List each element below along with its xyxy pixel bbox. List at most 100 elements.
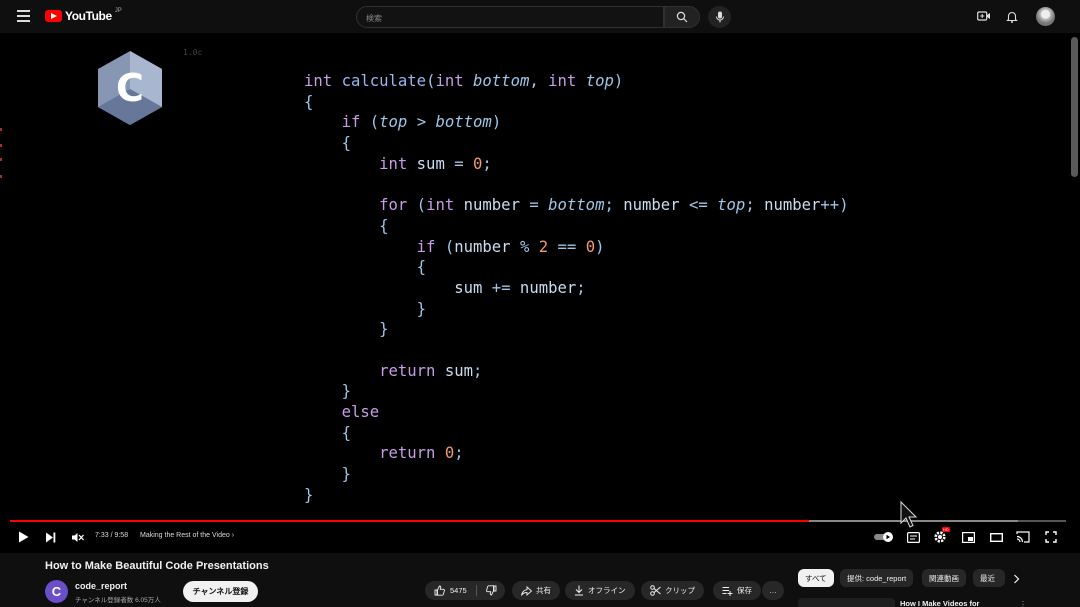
thumbs-down-icon bbox=[486, 585, 497, 596]
account-avatar[interactable] bbox=[1036, 7, 1055, 26]
subtitles-button[interactable] bbox=[905, 529, 921, 545]
chapter-title[interactable]: Making the Rest of the Video › bbox=[140, 532, 234, 539]
like-button[interactable]: 5475 bbox=[425, 581, 475, 600]
share-label: 共有 bbox=[536, 586, 551, 595]
code-token: bottom bbox=[473, 72, 530, 90]
code-token: { bbox=[341, 423, 351, 442]
edge-marker bbox=[0, 144, 2, 147]
code-token: ; bbox=[482, 154, 492, 173]
autoplay-toggle[interactable] bbox=[872, 529, 896, 545]
notifications-button[interactable] bbox=[1005, 9, 1019, 23]
video-info-panel: How to Make Beautiful Code Presentations… bbox=[0, 553, 1080, 607]
code-token: for bbox=[379, 196, 408, 215]
code-line: } bbox=[304, 319, 849, 340]
code-line: else bbox=[304, 402, 849, 423]
more-vertical-icon[interactable]: ⋮ bbox=[1019, 600, 1027, 607]
download-button[interactable]: オフライン bbox=[565, 581, 635, 600]
mute-icon bbox=[71, 532, 84, 542]
edge-marker bbox=[0, 128, 2, 131]
channel-name[interactable]: code_report bbox=[75, 581, 127, 591]
mute-button[interactable] bbox=[69, 529, 85, 545]
download-label: オフライン bbox=[588, 586, 626, 595]
code-line: return sum; bbox=[304, 361, 849, 382]
save-button[interactable]: 保存 bbox=[713, 581, 761, 600]
search-button[interactable] bbox=[664, 6, 700, 28]
code-line: } bbox=[304, 381, 849, 402]
bell-icon bbox=[1006, 11, 1018, 23]
playlist-add-icon bbox=[722, 586, 733, 596]
cast-button[interactable] bbox=[1015, 529, 1031, 545]
code-token: { bbox=[416, 258, 427, 277]
code-token: int bbox=[304, 72, 333, 90]
play-button[interactable] bbox=[15, 529, 31, 545]
code-line: } bbox=[304, 464, 849, 485]
code-token: else bbox=[341, 403, 380, 421]
search-input[interactable]: 検索 bbox=[356, 6, 664, 28]
like-count: 5475 bbox=[450, 586, 467, 595]
fullscreen-button[interactable] bbox=[1043, 529, 1059, 545]
code-token: return bbox=[379, 361, 436, 380]
save-label: 保存 bbox=[737, 586, 752, 595]
next-icon bbox=[45, 532, 55, 542]
c-language-logo-icon: C bbox=[98, 51, 162, 125]
code-token: } bbox=[341, 382, 351, 401]
code-token: == bbox=[557, 237, 577, 256]
voice-search-button[interactable] bbox=[708, 6, 731, 28]
dislike-button[interactable] bbox=[478, 581, 505, 600]
code-token: sum bbox=[435, 361, 474, 380]
progress-played bbox=[10, 520, 810, 522]
chip-from-channel[interactable]: 提供: code_report bbox=[840, 569, 914, 587]
code-token: ++) bbox=[820, 196, 849, 215]
code-token: sum bbox=[407, 154, 455, 173]
theater-mode-button[interactable] bbox=[988, 529, 1004, 545]
share-icon bbox=[521, 585, 532, 596]
clip-button[interactable]: クリップ bbox=[641, 581, 704, 600]
chip-all[interactable]: すべて bbox=[798, 569, 834, 587]
gear-icon bbox=[934, 531, 946, 543]
share-button[interactable]: 共有 bbox=[512, 581, 560, 600]
code-token: return bbox=[379, 444, 436, 463]
settings-button[interactable]: HD bbox=[932, 527, 950, 545]
code-line: sum += number; bbox=[304, 278, 849, 299]
code-line: { bbox=[304, 257, 849, 278]
code-line: { bbox=[304, 216, 849, 237]
recommended-video-thumbnail[interactable] bbox=[798, 598, 895, 607]
youtube-logo[interactable]: YouTube JP bbox=[45, 8, 122, 23]
cast-icon bbox=[1016, 531, 1030, 543]
next-button[interactable] bbox=[42, 529, 58, 545]
channel-avatar[interactable]: C bbox=[45, 580, 68, 603]
chip-recent[interactable]: 最近 bbox=[973, 569, 1005, 587]
chip-related[interactable]: 関連動画 bbox=[922, 569, 966, 587]
code-token: ) bbox=[491, 113, 502, 132]
scissors-icon bbox=[650, 585, 661, 596]
subtitles-icon bbox=[906, 531, 920, 543]
more-actions-button[interactable]: … bbox=[762, 581, 784, 600]
chips-next-button[interactable] bbox=[1008, 571, 1024, 587]
code-token: { bbox=[304, 92, 314, 111]
more-horizontal-icon: … bbox=[769, 586, 777, 595]
subscribe-button[interactable]: チャンネル登録 bbox=[183, 581, 258, 602]
code-token: } bbox=[304, 485, 314, 504]
create-button[interactable] bbox=[977, 9, 991, 23]
code-line: } bbox=[304, 485, 849, 506]
recommended-video-title[interactable]: How I Make Videos for bbox=[900, 599, 979, 607]
page-scrollbar[interactable] bbox=[1071, 37, 1078, 177]
code-token: number bbox=[754, 196, 821, 215]
video-player[interactable]: C 1.0c int calculate(int bottom, int top… bbox=[0, 33, 1080, 553]
code-token: } bbox=[341, 465, 351, 484]
miniplayer-button[interactable] bbox=[960, 529, 976, 545]
code-token: if bbox=[416, 237, 436, 256]
menu-icon[interactable] bbox=[17, 10, 30, 22]
